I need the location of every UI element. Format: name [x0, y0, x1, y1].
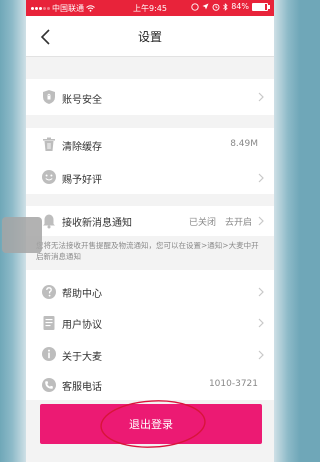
section-gap — [26, 194, 274, 206]
nav-bar: 设置 — [26, 16, 274, 57]
bluetooth-icon — [223, 2, 228, 11]
battery-fill — [253, 3, 265, 10]
row-label: 赐予好评 — [62, 175, 102, 186]
status-bar: 中国联通 上午9:45 84% — [26, 0, 274, 16]
lock-rotation-icon — [191, 2, 199, 11]
notification-hint-text: 您将无法接收开售提醒及物流通知，您可以在设置>通知>大麦中开启新消息通知 — [36, 241, 259, 261]
notification-status: 已关闭 — [188, 218, 216, 228]
smile-icon — [42, 170, 56, 184]
chevron-right-icon — [258, 173, 264, 183]
info-icon — [42, 347, 56, 361]
row-label: 接收新消息通知 — [62, 218, 132, 229]
row-rate[interactable]: 赐予好评 — [26, 161, 274, 195]
row-customer-service[interactable]: 客服电话 1010-3721 — [26, 370, 274, 401]
page-title: 设置 — [137, 30, 162, 44]
alarm-icon — [212, 3, 220, 11]
toast-overlay — [2, 217, 42, 253]
trash-icon — [43, 137, 55, 151]
row-account-security[interactable]: 账号安全 — [26, 79, 274, 116]
chevron-right-icon — [258, 216, 264, 226]
section-gap — [26, 57, 274, 79]
row-clear-cache[interactable]: 清除缓存 8.49M — [26, 128, 274, 162]
shield-icon — [43, 90, 55, 104]
notification-hint: 您将无法接收开售提醒及物流通知，您可以在设置>通知>大麦中开启新消息通知 — [26, 236, 274, 270]
row-label: 客服电话 — [62, 382, 102, 393]
row-notifications[interactable]: 接收新消息通知 已关闭 去开启 — [26, 206, 274, 236]
highlight-circle — [100, 400, 206, 448]
row-label: 关于大麦 — [62, 352, 102, 363]
row-label: 清除缓存 — [62, 142, 102, 153]
row-help[interactable]: 帮助中心 — [26, 277, 274, 308]
chevron-right-icon — [258, 350, 264, 360]
row-label: 用户协议 — [62, 320, 102, 331]
location-icon — [202, 3, 209, 10]
section-gap — [26, 115, 274, 128]
row-label: 帮助中心 — [62, 289, 102, 300]
battery-percent: 84% — [231, 2, 249, 11]
document-icon — [43, 316, 55, 330]
chevron-right-icon — [258, 287, 264, 297]
row-label: 账号安全 — [62, 95, 102, 106]
cache-size: 8.49M — [230, 139, 258, 149]
chevron-right-icon — [258, 318, 264, 328]
bell-icon — [43, 214, 55, 229]
help-icon — [42, 285, 56, 299]
row-user-agreement[interactable]: 用户协议 — [26, 307, 274, 340]
service-phone-number: 1010-3721 — [208, 379, 258, 389]
status-right: 84% — [191, 2, 270, 11]
battery-icon — [252, 2, 270, 11]
phone-icon — [42, 378, 56, 392]
row-about[interactable]: 关于大麦 — [26, 339, 274, 371]
enable-notifications-link[interactable]: 去开启 — [225, 215, 252, 228]
phone-screen: 中国联通 上午9:45 84% 设置 账号安全 清除缓存 8.49M 赐予好评 … — [26, 0, 274, 462]
chevron-right-icon — [258, 92, 264, 102]
